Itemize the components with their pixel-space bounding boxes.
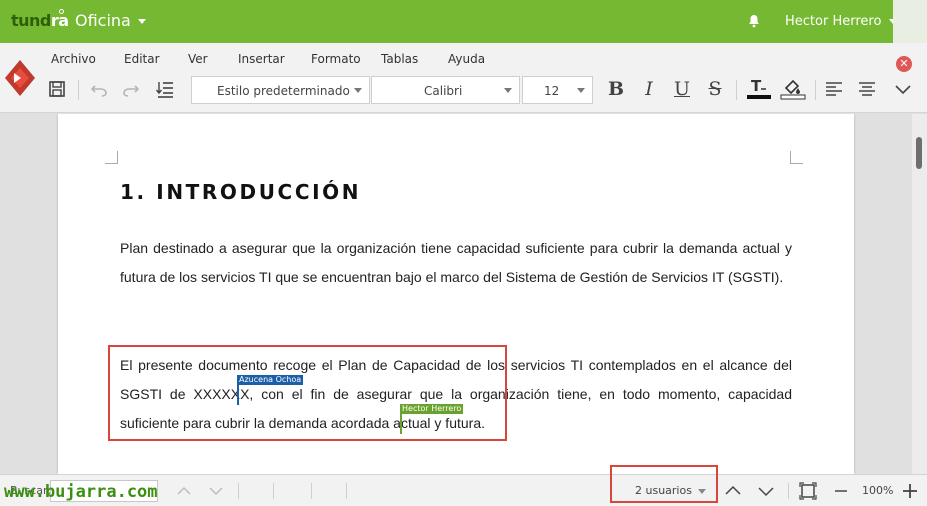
underline-button[interactable]: U	[671, 78, 693, 100]
status-divider	[346, 483, 347, 499]
font-size-select[interactable]: 12	[522, 76, 593, 104]
highlight-annotation-box	[108, 345, 507, 441]
svg-text:T: T	[751, 77, 762, 95]
chevron-down-icon[interactable]	[892, 78, 914, 100]
paragraph-style-value: Estilo predeterminado	[217, 84, 350, 98]
zoom-out-icon[interactable]	[832, 482, 850, 500]
status-divider	[311, 483, 312, 499]
bell-icon[interactable]	[747, 14, 761, 28]
margin-marker	[790, 151, 803, 164]
align-center-icon[interactable]	[856, 78, 878, 100]
line-spacing-icon[interactable]	[154, 78, 176, 100]
status-divider	[273, 483, 274, 499]
chevron-down-icon	[504, 88, 512, 93]
menu-editar[interactable]: Editar	[124, 52, 160, 66]
strikethrough-button[interactable]: S	[704, 78, 726, 100]
toolbar-divider	[815, 80, 816, 100]
collaborator-cursor	[400, 414, 402, 434]
font-family-value: Calibri	[424, 84, 463, 98]
margin-marker	[105, 151, 118, 164]
tundra-logo[interactable]: tundra	[8, 9, 69, 33]
font-color-icon[interactable]: T	[746, 75, 772, 101]
italic-button[interactable]: I	[638, 78, 660, 100]
user-menu[interactable]: Hector Herrero	[785, 14, 898, 29]
app-switcher[interactable]: Oficina	[75, 11, 146, 30]
font-family-select[interactable]: Calibri	[371, 76, 520, 104]
editor-toolbar: Archivo Editar Ver Insertar Formato Tabl…	[0, 43, 927, 113]
zoom-level: 100%	[862, 484, 894, 497]
collaborator-cursor	[237, 385, 239, 405]
highlight-annotation-box	[610, 465, 718, 503]
paragraph-style-select[interactable]: Estilo predeterminado	[191, 76, 370, 104]
chevron-up-icon[interactable]	[724, 482, 742, 500]
menu-formato[interactable]: Formato	[311, 52, 361, 66]
close-icon[interactable]: ✕	[896, 56, 912, 72]
save-icon[interactable]	[46, 78, 68, 100]
chevron-down-icon	[354, 88, 362, 93]
top-bar: tundra Oficina Hector Herrero	[0, 0, 927, 43]
app-title: Oficina	[75, 11, 131, 30]
collaborator-cursor-label: Azucena Ochoa	[237, 375, 304, 385]
undo-icon[interactable]	[88, 78, 110, 100]
scrollbar-thumb[interactable]	[916, 137, 922, 169]
scrollbar-track-top	[893, 0, 927, 43]
user-name: Hector Herrero	[785, 14, 882, 29]
chevron-down-icon	[137, 19, 146, 24]
redo-icon[interactable]	[120, 78, 142, 100]
menu-archivo[interactable]: Archivo	[51, 52, 96, 66]
toolbar-divider	[736, 80, 737, 100]
font-size-value: 12	[544, 84, 560, 98]
document-app-icon	[5, 60, 35, 96]
chevron-up-icon[interactable]	[175, 482, 193, 500]
document-canvas: 1. INTRODUCCIÓN Plan destinado a asegura…	[0, 114, 912, 474]
vertical-scrollbar[interactable]	[912, 114, 927, 474]
zoom-in-icon[interactable]	[901, 482, 919, 500]
status-divider	[788, 483, 789, 499]
highlight-color-icon[interactable]	[780, 75, 806, 101]
document-page[interactable]: 1. INTRODUCCIÓN Plan destinado a asegura…	[58, 114, 854, 474]
logo-mark	[59, 9, 64, 14]
chevron-down-icon	[577, 88, 585, 93]
watermark-text: www.bujarra.com	[4, 482, 158, 502]
status-bar: Buscar: www.bujarra.com 2 usuarios 100%	[0, 465, 927, 506]
toolbar-divider	[78, 80, 79, 100]
chevron-down-icon[interactable]	[757, 482, 775, 500]
logo-prefix: tund	[11, 11, 51, 30]
status-divider	[238, 483, 239, 499]
bold-button[interactable]: B	[605, 78, 627, 100]
collaborator-cursor-label: Hector Herrero	[400, 404, 464, 414]
section-heading: 1. INTRODUCCIÓN	[120, 180, 362, 204]
menu-tablas[interactable]: Tablas	[381, 52, 418, 66]
menu-insertar[interactable]: Insertar	[238, 52, 285, 66]
menu-ver[interactable]: Ver	[188, 52, 208, 66]
align-left-icon[interactable]	[823, 78, 845, 100]
paragraph-1[interactable]: Plan destinado a asegurar que la organiz…	[120, 234, 792, 292]
chevron-down-icon[interactable]	[207, 482, 225, 500]
fit-page-icon[interactable]	[799, 482, 817, 500]
menu-ayuda[interactable]: Ayuda	[448, 52, 485, 66]
